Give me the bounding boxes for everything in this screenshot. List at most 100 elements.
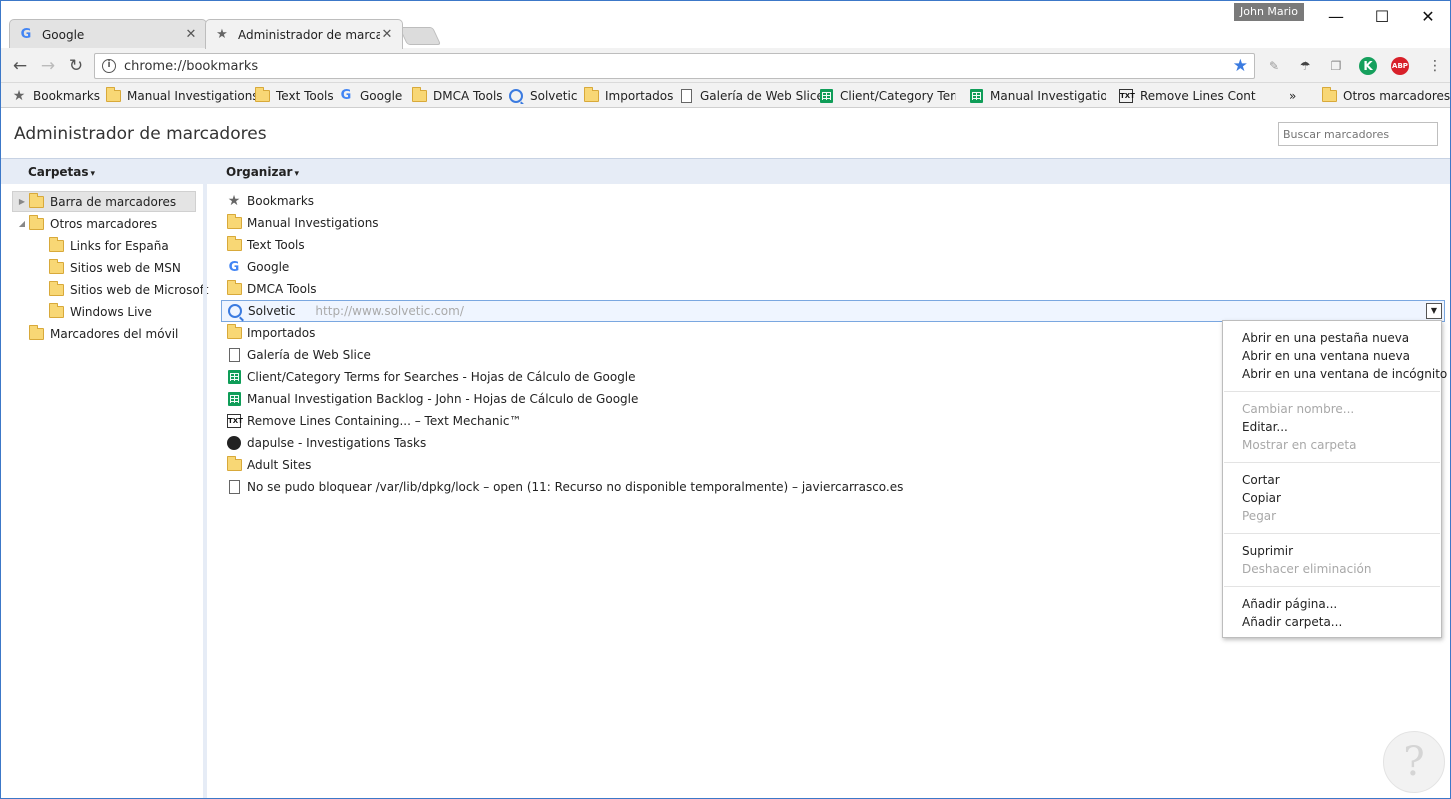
tree-item-microsoft[interactable]: Sitios web de Microsoft	[49, 279, 208, 300]
list-item-selected[interactable]: Solvetic http://www.solvetic.com/ ▼	[221, 300, 1445, 322]
tree-item-label: Windows Live	[70, 304, 152, 319]
tree-item-windows-live[interactable]: Windows Live	[49, 301, 152, 322]
menu-item-copy[interactable]: Copiar	[1242, 491, 1281, 505]
row-menu-button[interactable]: ▼	[1426, 303, 1442, 319]
tab-bookmark-manager[interactable]: ★ Administrador de marcadores ✕	[205, 19, 403, 49]
minimize-button[interactable]: —	[1313, 1, 1359, 31]
item-name: Google	[247, 260, 290, 274]
solvetic-icon	[227, 303, 243, 319]
folders-menu-button[interactable]: Carpetas ▾	[28, 165, 95, 179]
bookmark-importados[interactable]: Importados	[583, 87, 673, 104]
list-item[interactable]: ★ Bookmarks	[221, 190, 1445, 212]
address-bar[interactable]: i ★	[94, 53, 1255, 79]
info-icon[interactable]: i	[102, 59, 116, 73]
menu-item-delete[interactable]: Suprimir	[1242, 544, 1293, 558]
menu-icon[interactable]: ⋮	[1426, 57, 1444, 75]
page-title: Administrador de marcadores	[14, 124, 267, 144]
tree-item-msn[interactable]: Sitios web de MSN	[49, 257, 181, 278]
bookmark-text-tools[interactable]: Text Tools	[254, 87, 334, 104]
adblock-icon[interactable]: ABP	[1391, 57, 1409, 75]
folder-icon	[1321, 87, 1337, 103]
tree-item-links-espana[interactable]: Links for España	[49, 235, 169, 256]
tree-item-mobile-bookmarks[interactable]: Marcadores del móvil	[29, 323, 178, 344]
tab-label: Google	[42, 27, 85, 42]
bookmark-label: Text Tools	[276, 88, 334, 103]
item-name: Adult Sites	[247, 458, 312, 472]
tree-item-bookmarks-bar[interactable]: ▶ Barra de marcadores	[12, 191, 196, 212]
item-name: Text Tools	[247, 238, 305, 252]
bookmark-remove-lines[interactable]: TXT Remove Lines Contain	[1118, 87, 1256, 104]
search-input[interactable]	[1278, 122, 1438, 146]
maximize-button[interactable]: ☐	[1359, 1, 1405, 31]
folder-tree: ▶ Barra de marcadores ◢ Otros marcadores…	[1, 184, 208, 798]
menu-separator	[1224, 586, 1440, 587]
page-icon	[226, 347, 242, 363]
menu-item-open-new-window[interactable]: Abrir en una ventana nueva	[1242, 349, 1410, 363]
collapse-icon[interactable]: ◢	[17, 219, 27, 228]
sheets-icon	[226, 369, 242, 385]
k-extension-icon[interactable]: K	[1359, 57, 1377, 75]
url-input[interactable]	[124, 58, 1233, 74]
folder-icon	[29, 192, 44, 208]
bookmark-client-category[interactable]: Client/Category Terms	[818, 87, 956, 104]
bookmark-label: Importados	[605, 88, 674, 103]
tree-item-label: Links for España	[70, 238, 169, 253]
menu-item-show-in-folder: Mostrar en carpeta	[1242, 438, 1357, 452]
back-button[interactable]: ←	[8, 54, 32, 78]
star-icon: ★	[12, 87, 26, 104]
text-mechanic-icon: TXT	[226, 413, 243, 429]
folder-icon	[49, 236, 64, 252]
bookmark-other-bookmarks[interactable]: Otros marcadores	[1321, 87, 1450, 104]
organize-menu-button[interactable]: Organizar ▾	[226, 165, 299, 179]
folder-icon	[226, 456, 242, 473]
list-item[interactable]: DMCA Tools	[221, 278, 1445, 300]
list-item[interactable]: G Google	[221, 256, 1445, 278]
item-name: Galería de Web Slice	[247, 348, 371, 362]
reload-button[interactable]: ↻	[64, 54, 88, 78]
page-icon	[226, 479, 242, 495]
caret-down-icon: ▾	[90, 169, 96, 179]
bookmark-label: Remove Lines Contain	[1140, 88, 1256, 103]
folder-icon	[254, 87, 270, 103]
item-name: Solvetic	[248, 304, 296, 318]
umbrella-icon[interactable]: ☂	[1296, 57, 1314, 75]
close-icon[interactable]: ✕	[184, 27, 198, 42]
menu-item-edit[interactable]: Editar...	[1242, 420, 1288, 434]
bookmark-label: DMCA Tools	[433, 88, 503, 103]
bookmark-bookmarks[interactable]: ★ Bookmarks	[11, 87, 100, 104]
list-item[interactable]: Text Tools	[221, 234, 1445, 256]
list-item[interactable]: Manual Investigations	[221, 212, 1445, 234]
bookmark-dmca-tools[interactable]: DMCA Tools	[411, 87, 503, 104]
menu-item-open-new-tab[interactable]: Abrir en una pestaña nueva	[1242, 331, 1409, 345]
bookmark-manual-investigations[interactable]: Manual Investigations	[105, 87, 259, 104]
bookmark-manual-investigation[interactable]: Manual Investigation	[968, 87, 1106, 104]
forward-button[interactable]: →	[36, 54, 60, 78]
folders-label: Carpetas	[28, 165, 89, 179]
bookmark-label: Manual Investigations	[127, 88, 259, 103]
bookmark-star-icon[interactable]: ★	[1233, 56, 1248, 76]
organize-label: Organizar	[226, 165, 293, 179]
menu-item-add-folder[interactable]: Añadir carpeta...	[1242, 615, 1342, 629]
bookmark-web-slice[interactable]: Galería de Web Slice	[678, 87, 824, 104]
tree-item-label: Otros marcadores	[50, 216, 158, 231]
eyedropper-icon[interactable]: ✎	[1265, 57, 1283, 75]
page-header: Administrador de marcadores	[1, 109, 1450, 157]
close-icon[interactable]: ✕	[380, 27, 394, 42]
new-tab-button[interactable]	[398, 27, 442, 45]
copy-icon[interactable]: ❐	[1327, 57, 1345, 75]
tree-item-other-bookmarks[interactable]: ◢ Otros marcadores	[12, 213, 157, 234]
column-header-bar: Carpetas ▾ Organizar ▾	[1, 158, 1450, 184]
expand-icon[interactable]: ▶	[17, 197, 27, 206]
folder-icon	[226, 214, 242, 231]
bookmark-google[interactable]: G Google	[338, 87, 403, 104]
bookmarks-overflow-button[interactable]: »	[1289, 87, 1296, 104]
menu-item-add-page[interactable]: Añadir página...	[1242, 597, 1337, 611]
bookmark-solvetic[interactable]: Solvetic	[508, 87, 577, 104]
profile-badge[interactable]: John Mario	[1234, 3, 1304, 21]
menu-item-open-incognito[interactable]: Abrir en una ventana de incógnito	[1242, 367, 1447, 381]
solvetic-icon	[508, 88, 524, 103]
bookmark-label: Manual Investigation	[990, 88, 1106, 103]
tab-google[interactable]: G Google ✕	[9, 19, 207, 49]
menu-item-cut[interactable]: Cortar	[1242, 473, 1280, 487]
close-window-button[interactable]: ✕	[1405, 1, 1450, 31]
